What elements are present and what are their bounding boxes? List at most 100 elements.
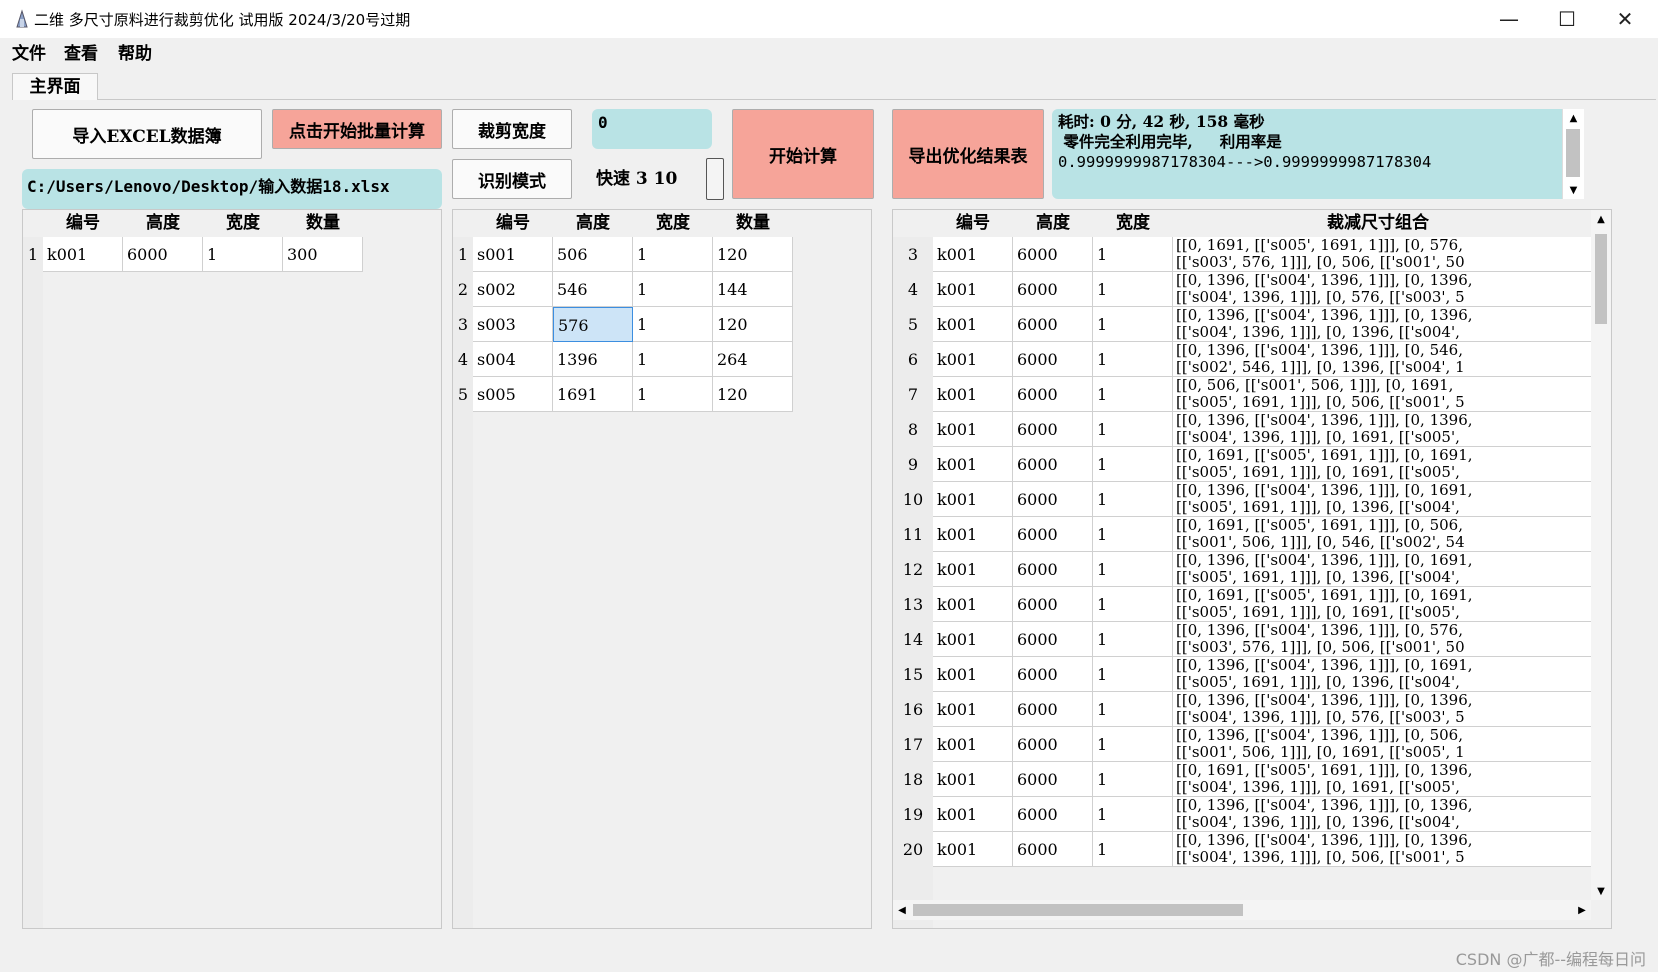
table-cell[interactable]: 120: [713, 377, 793, 412]
export-result-button[interactable]: 导出优化结果表: [892, 109, 1044, 199]
scroll-left-icon[interactable]: ◀: [893, 900, 911, 920]
table-cell[interactable]: 6000: [1013, 762, 1093, 797]
table-cell[interactable]: 1: [633, 342, 713, 377]
table-cell[interactable]: 6000: [1013, 657, 1093, 692]
start-calc-button[interactable]: 开始计算: [732, 109, 874, 199]
scroll-down-icon[interactable]: ▼: [1563, 181, 1584, 199]
combo-cell[interactable]: [[0, 1396, [['s004', 1396, 1]]], [0, 139…: [1173, 412, 1591, 447]
table-cell[interactable]: 144: [713, 272, 793, 307]
table-cell[interactable]: 1: [1093, 517, 1173, 552]
column-header[interactable]: 高度: [123, 210, 203, 237]
table-cell[interactable]: 1: [1093, 832, 1173, 867]
cut-width-button[interactable]: 裁剪宽度: [452, 109, 572, 149]
table-cell[interactable]: k001: [933, 237, 1013, 272]
table-cell[interactable]: k001: [933, 657, 1013, 692]
table-cell[interactable]: 1: [1093, 412, 1173, 447]
combo-cell[interactable]: [[0, 1396, [['s004', 1396, 1]]], [0, 169…: [1173, 482, 1591, 517]
table-cell[interactable]: 6000: [1013, 412, 1093, 447]
table-cell[interactable]: 1: [1093, 307, 1173, 342]
scroll-thumb[interactable]: [913, 904, 1243, 916]
close-button[interactable]: ✕: [1596, 0, 1654, 38]
table-cell[interactable]: 1: [633, 272, 713, 307]
menu-view[interactable]: 查看: [62, 39, 100, 64]
column-header[interactable]: 裁减尺寸组合: [1173, 210, 1583, 237]
column-header[interactable]: 高度: [1013, 210, 1093, 237]
table-cell[interactable]: s004: [473, 342, 553, 377]
table-cell[interactable]: 6000: [1013, 692, 1093, 727]
table-cell[interactable]: 6000: [1013, 342, 1093, 377]
table-cell[interactable]: 6000: [1013, 237, 1093, 272]
table-cell[interactable]: 1: [1093, 727, 1173, 762]
table-cell[interactable]: 1396: [553, 342, 633, 377]
combo-cell[interactable]: [[0, 1691, [['s005', 1691, 1]]], [0, 169…: [1173, 447, 1591, 482]
column-header[interactable]: 宽度: [1093, 210, 1173, 237]
table-cell[interactable]: k001: [43, 237, 123, 272]
table-cell[interactable]: 1: [1093, 762, 1173, 797]
combo-cell[interactable]: [[0, 506, [['s001', 506, 1]]], [0, 1691,…: [1173, 377, 1591, 412]
table-cell[interactable]: 546: [553, 272, 633, 307]
combo-cell[interactable]: [[0, 1396, [['s004', 1396, 1]]], [0, 139…: [1173, 832, 1591, 867]
menu-help[interactable]: 帮助: [116, 39, 154, 64]
maximize-button[interactable]: ☐: [1538, 0, 1596, 38]
table-cell[interactable]: 6000: [1013, 552, 1093, 587]
table-cell[interactable]: 6000: [1013, 832, 1093, 867]
table-cell[interactable]: 1: [1093, 552, 1173, 587]
table-cell[interactable]: 300: [283, 237, 363, 272]
table-cell[interactable]: 6000: [123, 237, 203, 272]
table-cell[interactable]: 1: [1093, 622, 1173, 657]
speed-slider[interactable]: [706, 158, 724, 200]
recognize-mode-button[interactable]: 识别模式: [452, 159, 572, 199]
column-header[interactable]: 编号: [43, 210, 123, 237]
table-cell[interactable]: s001: [473, 237, 553, 272]
table-cell[interactable]: k001: [933, 272, 1013, 307]
table-cell[interactable]: k001: [933, 692, 1013, 727]
table-cell[interactable]: k001: [933, 377, 1013, 412]
table-cell[interactable]: k001: [933, 447, 1013, 482]
column-header[interactable]: 编号: [933, 210, 1013, 237]
table-cell[interactable]: 1: [633, 307, 713, 342]
scroll-up-icon[interactable]: ▲: [1591, 210, 1611, 228]
table-cell[interactable]: 6000: [1013, 587, 1093, 622]
table-cell[interactable]: s005: [473, 377, 553, 412]
column-header[interactable]: 高度: [553, 210, 633, 237]
table-cell[interactable]: 6000: [1013, 482, 1093, 517]
minimize-button[interactable]: —: [1480, 0, 1538, 38]
combo-cell[interactable]: [[0, 1691, [['s005', 1691, 1]]], [0, 576…: [1173, 237, 1591, 272]
table-cell[interactable]: s002: [473, 272, 553, 307]
table-cell[interactable]: 1: [633, 237, 713, 272]
column-header[interactable]: 数量: [283, 210, 363, 237]
table-cell[interactable]: 1: [1093, 587, 1173, 622]
combo-cell[interactable]: [[0, 1396, [['s004', 1396, 1]]], [0, 576…: [1173, 622, 1591, 657]
table-cell[interactable]: 6000: [1013, 377, 1093, 412]
combo-cell[interactable]: [[0, 1396, [['s004', 1396, 1]]], [0, 506…: [1173, 727, 1591, 762]
combo-cell[interactable]: [[0, 1396, [['s004', 1396, 1]]], [0, 139…: [1173, 272, 1591, 307]
table-cell[interactable]: 1691: [553, 377, 633, 412]
table-cell[interactable]: k001: [933, 797, 1013, 832]
table-cell[interactable]: k001: [933, 762, 1013, 797]
table-cell[interactable]: 1: [1093, 447, 1173, 482]
table-cell[interactable]: 1: [1093, 237, 1173, 272]
table-cell[interactable]: 1: [1093, 692, 1173, 727]
combo-cell[interactable]: [[0, 1691, [['s005', 1691, 1]]], [0, 169…: [1173, 587, 1591, 622]
table-cell[interactable]: 120: [713, 237, 793, 272]
combo-cell[interactable]: [[0, 1396, [['s004', 1396, 1]]], [0, 139…: [1173, 307, 1591, 342]
column-header[interactable]: 宽度: [633, 210, 713, 237]
table-cell[interactable]: 1: [1093, 377, 1173, 412]
table-cell[interactable]: 264: [713, 342, 793, 377]
tab-main[interactable]: 主界面: [12, 73, 98, 100]
menu-file[interactable]: 文件: [10, 39, 48, 64]
combo-cell[interactable]: [[0, 1396, [['s004', 1396, 1]]], [0, 139…: [1173, 692, 1591, 727]
import-excel-button[interactable]: 导入EXCEL数据簿: [32, 109, 262, 159]
table-cell[interactable]: 6000: [1013, 517, 1093, 552]
combo-cell[interactable]: [[0, 1396, [['s004', 1396, 1]]], [0, 546…: [1173, 342, 1591, 377]
combo-cell[interactable]: [[0, 1396, [['s004', 1396, 1]]], [0, 169…: [1173, 552, 1591, 587]
table-cell[interactable]: 1: [1093, 657, 1173, 692]
status-scrollbar[interactable]: ▲ ▼: [1562, 109, 1584, 199]
table-cell[interactable]: k001: [933, 587, 1013, 622]
column-header[interactable]: 数量: [713, 210, 793, 237]
table-cell[interactable]: 6000: [1013, 727, 1093, 762]
table-cell[interactable]: k001: [933, 517, 1013, 552]
table-cell[interactable]: 6000: [1013, 307, 1093, 342]
table-cell[interactable]: k001: [933, 342, 1013, 377]
table-cell[interactable]: 1: [1093, 272, 1173, 307]
